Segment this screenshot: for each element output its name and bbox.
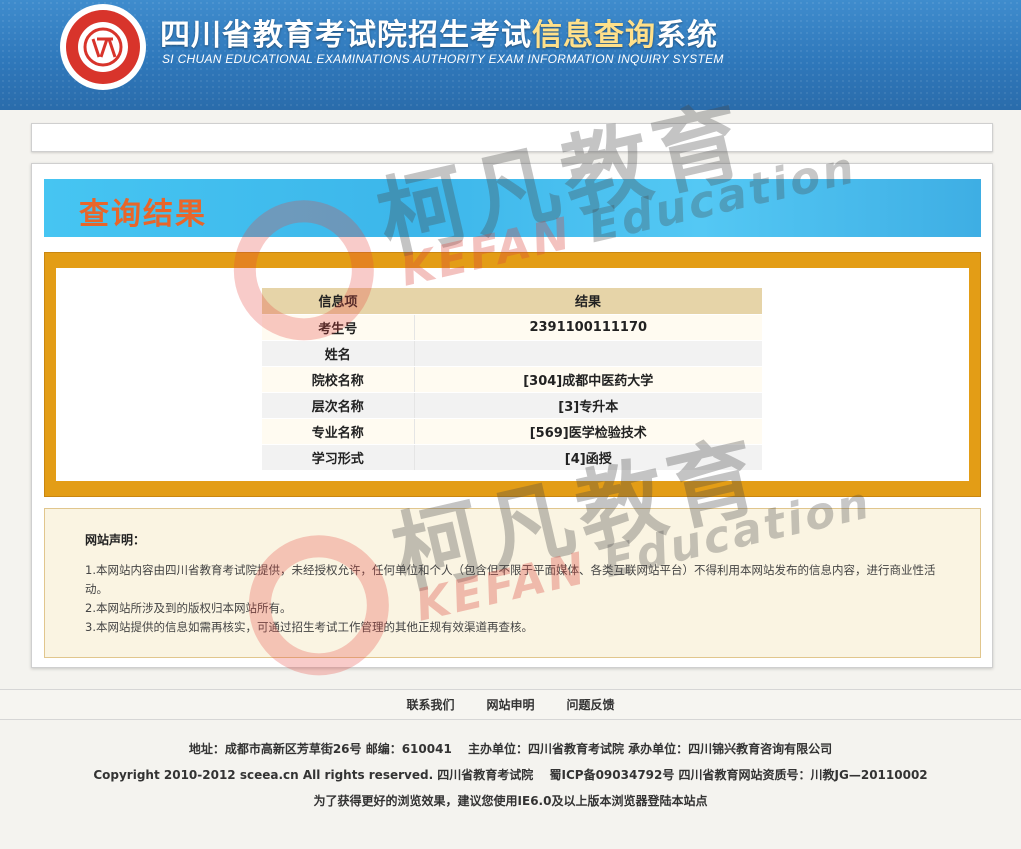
table-row: 层次名称 [3]专升本 bbox=[262, 392, 762, 419]
footer-address: 地址：成都市高新区芳草街26号 邮编：610041 bbox=[188, 742, 452, 756]
declaration-line: 3.本网站提供的信息如需再核实，可通过招生考试工作管理的其他正规有效渠道再查核。 bbox=[85, 620, 533, 634]
main-panel: 查询结果 信息项 结果 考生号 2391100111170 姓名 院校名称 [3… bbox=[31, 163, 993, 668]
footer-link-statement[interactable]: 网站申明 bbox=[486, 696, 534, 713]
column-header-item: 信息项 bbox=[262, 288, 414, 315]
row-key: 院校名称 bbox=[262, 366, 415, 393]
row-key: 姓名 bbox=[262, 340, 415, 367]
result-table: 信息项 结果 考生号 2391100111170 姓名 院校名称 [304]成都… bbox=[262, 288, 762, 471]
table-row: 学习形式 [4]函授 bbox=[262, 444, 762, 471]
footer-links: 联系我们 网站申明 问题反馈 bbox=[0, 689, 1021, 720]
exam-authority-logo bbox=[60, 4, 146, 90]
result-inner: 信息项 结果 考生号 2391100111170 姓名 院校名称 [304]成都… bbox=[56, 268, 969, 481]
row-value: [304]成都中医药大学 bbox=[414, 366, 762, 393]
footer-browser-tip: 为了获得更好的浏览效果，建议您使用IE6.0及以上版本浏览器登陆本站点 bbox=[313, 794, 708, 808]
row-value: [4]函授 bbox=[414, 444, 762, 471]
row-key: 专业名称 bbox=[262, 418, 415, 445]
result-frame: 信息项 结果 考生号 2391100111170 姓名 院校名称 [304]成都… bbox=[44, 252, 981, 497]
notice-bar bbox=[31, 123, 993, 152]
site-subtitle: SI CHUAN EDUCATIONAL EXAMINATIONS AUTHOR… bbox=[162, 52, 724, 66]
column-header-result: 结果 bbox=[414, 288, 762, 315]
footer-info: 地址：成都市高新区芳草街26号 邮编：610041 主办单位：四川省教育考试院 … bbox=[0, 736, 1021, 814]
footer-address-row: 地址：成都市高新区芳草街26号 邮编：610041 主办单位：四川省教育考试院 … bbox=[0, 736, 1021, 762]
row-key: 考生号 bbox=[262, 314, 415, 341]
row-value: [3]专升本 bbox=[414, 392, 762, 419]
declaration-line: 2.本网站所涉及到的版权归本网站所有。 bbox=[85, 601, 292, 615]
row-value bbox=[414, 340, 762, 367]
footer-copyright-row: Copyright 2010-2012 sceea.cn All rights … bbox=[0, 762, 1021, 788]
declaration-title: 网站声明： bbox=[85, 533, 146, 547]
table-row: 院校名称 [304]成都中医药大学 bbox=[262, 366, 762, 393]
footer-copyright: Copyright 2010-2012 sceea.cn All rights … bbox=[93, 768, 534, 782]
declaration-lines: 1.本网站内容由四川省教育考试院提供，未经授权允许，任何单位和个人（包含但不限于… bbox=[85, 561, 945, 637]
table-row: 专业名称 [569]医学检验技术 bbox=[262, 418, 762, 445]
result-banner-title: 查询结果 bbox=[79, 197, 207, 232]
footer-icp: 蜀ICP备09034792号 四川省教育网站资质号：川教JG—20110002 bbox=[549, 768, 928, 782]
row-value: [569]医学检验技术 bbox=[414, 418, 762, 445]
site-title: 四川省教育考试院招生考试信息查询系统 bbox=[160, 18, 718, 53]
site-declaration: 网站声明： 1.本网站内容由四川省教育考试院提供，未经授权允许，任何单位和个人（… bbox=[44, 508, 981, 658]
footer-sponsor: 主办单位：四川省教育考试院 承办单位：四川锦兴教育咨询有限公司 bbox=[467, 742, 833, 756]
result-table-header: 信息项 结果 bbox=[262, 288, 762, 315]
row-key: 层次名称 bbox=[262, 392, 415, 419]
logo-emblem-icon bbox=[83, 27, 123, 67]
footer-link-contact[interactable]: 联系我们 bbox=[406, 696, 454, 713]
footer-link-feedback[interactable]: 问题反馈 bbox=[567, 696, 615, 713]
result-banner: 查询结果 bbox=[44, 179, 981, 237]
declaration-line: 1.本网站内容由四川省教育考试院提供，未经授权允许，任何单位和个人（包含但不限于… bbox=[85, 563, 936, 596]
row-key: 学习形式 bbox=[262, 444, 415, 471]
table-row: 考生号 2391100111170 bbox=[262, 314, 762, 341]
site-header: 四川省教育考试院招生考试信息查询系统 SI CHUAN EDUCATIONAL … bbox=[0, 0, 1021, 110]
table-row: 姓名 bbox=[262, 340, 762, 367]
row-value: 2391100111170 bbox=[414, 314, 762, 341]
